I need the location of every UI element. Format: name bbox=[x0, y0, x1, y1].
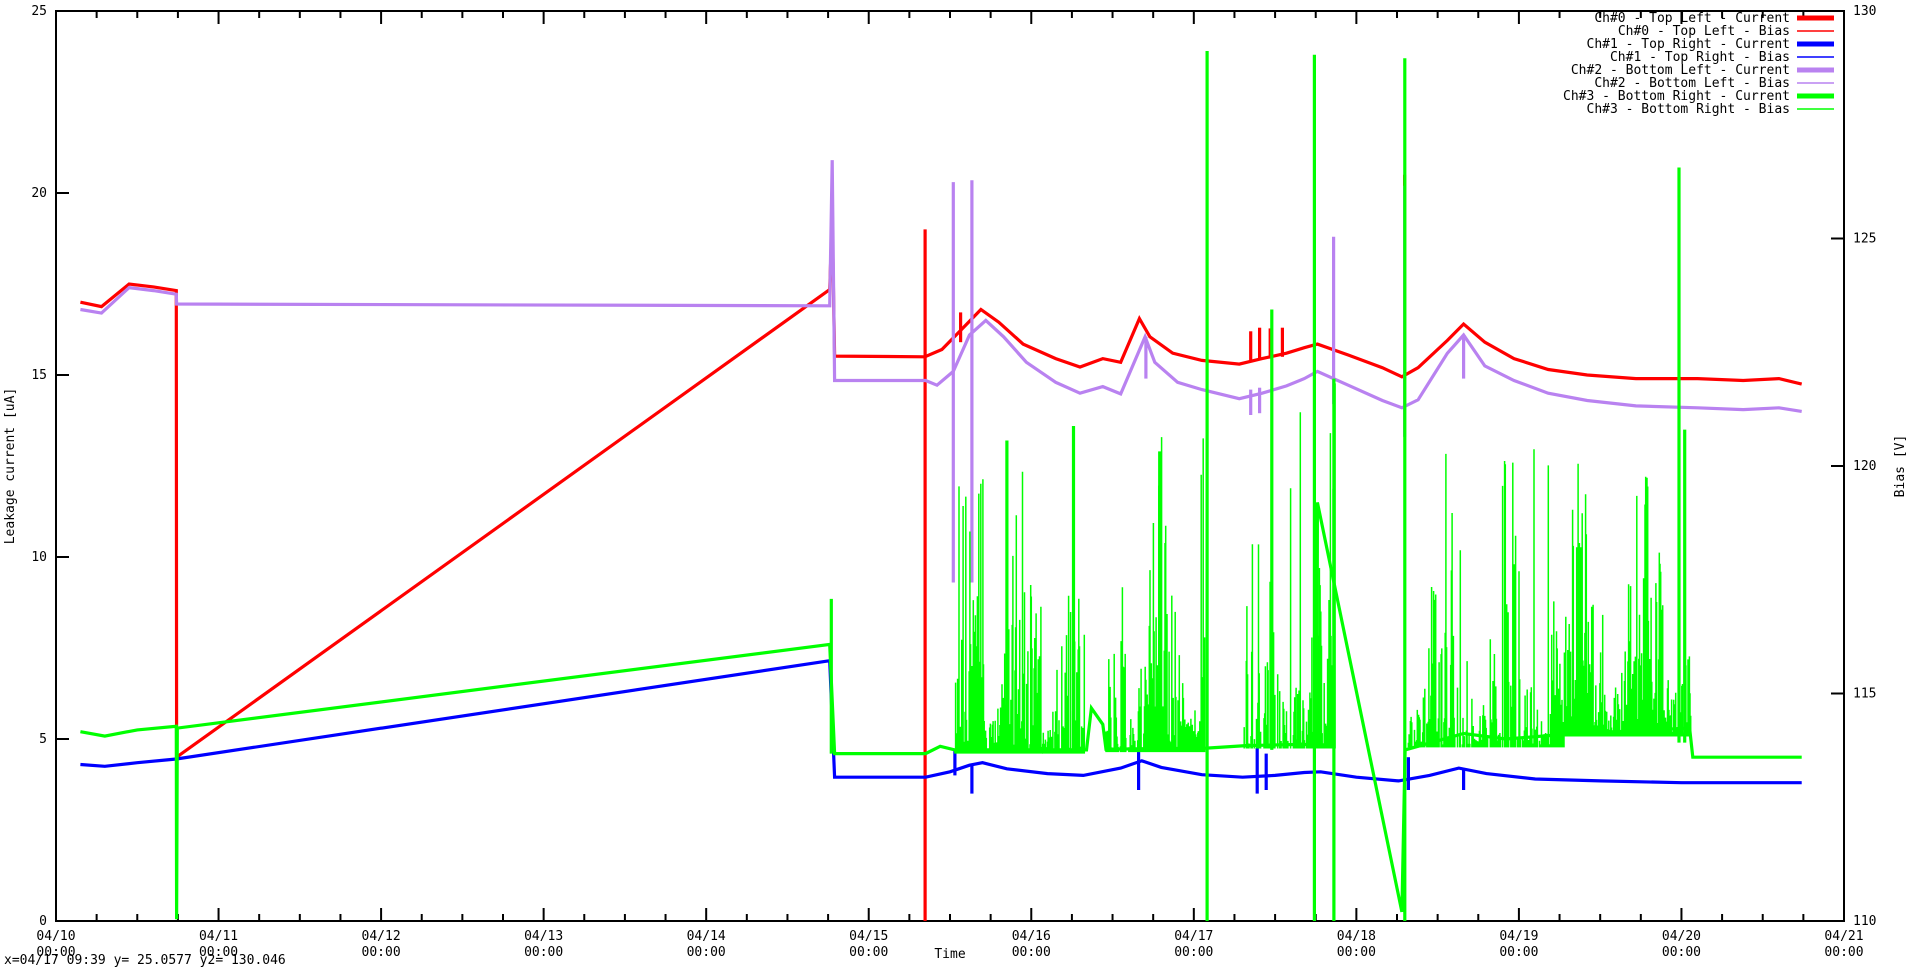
y2-tick-label: 115 bbox=[1853, 687, 1876, 702]
x-tick-date: 04/15 bbox=[849, 929, 888, 944]
x-tick-date: 04/20 bbox=[1662, 929, 1701, 944]
y-tick-label: 10 bbox=[31, 550, 47, 565]
x-axis-title: Time bbox=[934, 947, 965, 962]
y-tick-label: 5 bbox=[39, 732, 47, 747]
y-tick-label: 20 bbox=[31, 186, 47, 201]
series-ch-1-top-right-current bbox=[80, 658, 1802, 794]
y2-tick-label: 120 bbox=[1853, 459, 1876, 474]
legend-item-label: Ch#3 - Bottom Right - Bias bbox=[1587, 102, 1791, 117]
x-tick-date: 04/21 bbox=[1824, 929, 1863, 944]
x-tick-date: 04/12 bbox=[362, 929, 401, 944]
x-tick-date: 04/16 bbox=[1012, 929, 1051, 944]
x-tick-time: 00:00 bbox=[1012, 945, 1051, 960]
plot-series bbox=[80, 51, 1803, 921]
x-tick-date: 04/13 bbox=[524, 929, 563, 944]
axes bbox=[55, 10, 1845, 922]
x-tick-time: 00:00 bbox=[1174, 945, 1213, 960]
x-tick-time: 00:00 bbox=[362, 945, 401, 960]
y-tick-label: 0 bbox=[39, 914, 47, 929]
x-tick-date: 04/11 bbox=[199, 929, 238, 944]
x-tick-time: 00:00 bbox=[1337, 945, 1376, 960]
gnuplot-window: 0 5 10 15 20 25 110 115 120 125 130 04/10 00:00 04/11… bbox=[0, 0, 1920, 977]
series-ch-2-bottom-left-current bbox=[80, 160, 1802, 583]
y-tick-label: 25 bbox=[31, 4, 47, 19]
x-tick-time: 00:00 bbox=[687, 945, 726, 960]
x-tick-date: 04/18 bbox=[1337, 929, 1376, 944]
y2-tick-label: 110 bbox=[1853, 914, 1876, 929]
x-tick-time: 00:00 bbox=[1824, 945, 1863, 960]
y2-tick-label: 130 bbox=[1853, 4, 1876, 19]
x-tick-time: 00:00 bbox=[524, 945, 563, 960]
legend: Ch#0 - Top Left - CurrentCh#0 - Top Left… bbox=[1563, 11, 1834, 117]
x-tick-time: 00:00 bbox=[1662, 945, 1701, 960]
series-ch-3-bottom-right-current bbox=[80, 51, 1802, 921]
axis-labels: 0 5 10 15 20 25 110 115 120 125 130 04/10 00:00 04/11… bbox=[3, 4, 1908, 962]
y-tick-label: 15 bbox=[31, 368, 47, 383]
x-tick-date: 04/17 bbox=[1174, 929, 1213, 944]
x-tick-date: 04/10 bbox=[36, 929, 75, 944]
x-tick-time: 00:00 bbox=[849, 945, 888, 960]
x-tick-time: 00:00 bbox=[1499, 945, 1538, 960]
y-axis-title: Leakage current [uA] bbox=[3, 388, 18, 545]
cursor-readout: x=04/17 09:39 y= 25.0577 y2= 130.046 bbox=[4, 953, 286, 968]
y2-tick-label: 125 bbox=[1853, 232, 1876, 247]
leakage-bias-chart[interactable]: 0 5 10 15 20 25 110 115 120 125 130 04/10 00:00 04/11… bbox=[0, 0, 1920, 962]
x-tick-date: 04/14 bbox=[687, 929, 726, 944]
y2-axis-title: Bias [V] bbox=[1893, 435, 1908, 498]
x-tick-date: 04/19 bbox=[1499, 929, 1538, 944]
series-ch-0-top-left-current bbox=[80, 174, 1803, 921]
